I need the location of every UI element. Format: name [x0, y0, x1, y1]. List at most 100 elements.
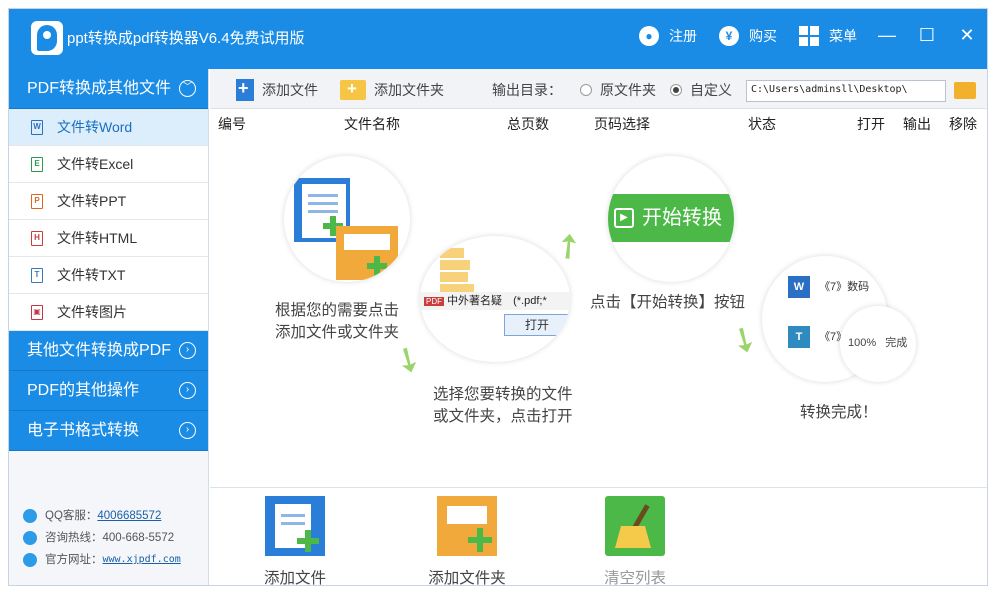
action-bar: 添加文件 添加文件夹 清空列表 [210, 487, 987, 586]
chevron-right-icon: › [179, 382, 196, 399]
sidebar-item-ppt[interactable]: P 文件转PPT [9, 183, 208, 220]
sidebar-section-label: 电子书格式转换 [27, 422, 140, 439]
qq-icon [23, 509, 37, 523]
add-file-folder-icon [294, 178, 398, 280]
grid-menu-icon [799, 26, 819, 46]
app-logo-icon [31, 21, 63, 55]
radio-icon [580, 84, 592, 96]
file-table-header: 编号 文件名称 总页数 页码选择 状态 打开 输出 移除 [210, 110, 987, 136]
register-label: 注册 [669, 28, 697, 44]
site-link[interactable]: www.xjpdf.com [103, 549, 181, 571]
add-file-button[interactable]: 添加文件 [240, 496, 350, 586]
qq-link[interactable]: 4006685572 [97, 505, 161, 527]
arrow-icon: ➘ [722, 316, 767, 364]
yen-icon: ¥ [719, 26, 739, 46]
progress-row: 100% 完成 [848, 334, 907, 350]
sidebar-item-excel[interactable]: E 文件转Excel [9, 146, 208, 183]
sidebar-item-label: 文件转Word [57, 119, 133, 135]
buy-label: 购买 [749, 28, 777, 44]
site-label: 官方网址： [45, 554, 103, 566]
word-icon: W [788, 276, 810, 298]
image-file-icon: ▣ [31, 305, 43, 320]
sidebar-item-txt[interactable]: T 文件转TXT [9, 257, 208, 294]
txt-file-icon: T [31, 268, 43, 283]
hotline-label: 咨询热线： [45, 532, 103, 544]
sidebar-section-pdf-to-other[interactable]: PDF转换成其他文件 ﹀ [9, 69, 208, 109]
output-dir-label: 输出目录： [492, 82, 562, 98]
step2-text: 选择您要转换的文件 或文件夹，点击打开 [433, 386, 573, 425]
add-file-label: 添加文件 [263, 570, 326, 586]
close-button[interactable]: ✕ [955, 23, 979, 47]
progress-status: 完成 [885, 337, 908, 349]
sidebar-item-label: 文件转HTML [57, 230, 138, 246]
file-list-area: 根据您的需要点击 添加文件或文件夹 ➘ PDF 中外著名疑 (*.pdf;* 打… [210, 136, 987, 486]
sidebar-item-label: 文件转PPT [57, 193, 127, 209]
folder-list [440, 246, 500, 296]
title-bar: ppt转换成pdf转换器V6.4免费试用版 ● 注册 ¥ 购买 菜单 — ☐ ✕ [9, 9, 987, 69]
column-header: 总页数 [507, 116, 549, 132]
radio-original-folder[interactable]: 原文件夹 [580, 79, 656, 101]
app-window: ppt转换成pdf转换器V6.4免费试用版 ● 注册 ¥ 购买 菜单 — ☐ ✕… [8, 8, 988, 586]
play-icon: ▶ [614, 208, 634, 228]
progress-value: 100% [848, 337, 877, 349]
step3-text: 点击【开始转换】按钮 [590, 294, 746, 311]
add-folder-label: 添加文件夹 [428, 570, 506, 586]
hotline-value: 400-668-5572 [102, 532, 175, 544]
word-file-icon: W [31, 120, 43, 135]
clear-list-button[interactable]: 清空列表 [580, 496, 690, 585]
sidebar-section-other-to-pdf[interactable]: 其他文件转换成PDF › [9, 331, 208, 371]
chevron-right-icon: › [179, 342, 196, 359]
buy-button[interactable]: ¥ 购买 [719, 24, 777, 48]
step4-text: 转换完成！ [800, 404, 878, 421]
phone-icon [23, 531, 37, 545]
pdf-icon: PDF [424, 297, 444, 306]
column-header: 打开 [857, 116, 885, 132]
output-path-input[interactable]: C:\Users\adminsll\Desktop\ [746, 80, 946, 102]
radio-custom-folder[interactable]: 自定义 [670, 79, 732, 101]
add-file-icon [236, 78, 254, 101]
chevron-down-icon: ﹀ [179, 80, 196, 97]
toolbar-add-folder-button[interactable]: 添加文件夹 [340, 79, 444, 101]
result-row-1-label: 《7》数码 [819, 281, 870, 293]
dialog-open-button: 打开 [504, 314, 570, 336]
toolbar-add-file-button[interactable]: 添加文件 [236, 78, 318, 101]
progress-bubble: 100% 完成 [840, 306, 916, 382]
menu-button[interactable]: 菜单 [799, 24, 857, 48]
step2-illustration: PDF 中外著名疑 (*.pdf;* 打开 [420, 236, 570, 362]
app-title: ppt转换成pdf转换器V6.4免费试用版 [67, 30, 305, 47]
toolbar: 添加文件 添加文件夹 输出目录： 原文件夹 自定义 C:\Users\admin… [210, 69, 987, 109]
file-type-value: (*.pdf;* [513, 295, 547, 307]
sidebar-item-word[interactable]: W 文件转Word [9, 109, 208, 146]
radio-custom-label: 自定义 [690, 82, 732, 98]
toolbar-add-folder-label: 添加文件夹 [374, 82, 444, 98]
add-file-large-icon [265, 496, 325, 556]
add-folder-button[interactable]: 添加文件夹 [412, 496, 522, 586]
radio-original-label: 原文件夹 [600, 82, 656, 98]
browse-folder-icon[interactable] [954, 82, 976, 99]
maximize-button[interactable]: ☐ [915, 23, 939, 47]
column-header: 状态 [748, 116, 776, 132]
sidebar-item-label: 文件转图片 [57, 304, 127, 320]
sidebar-item-label: 文件转Excel [57, 156, 134, 172]
column-header: 移除 [949, 116, 977, 132]
excel-file-icon: E [31, 157, 43, 172]
sidebar-item-html[interactable]: H 文件转HTML [9, 220, 208, 257]
sidebar-item-image[interactable]: ▣ 文件转图片 [9, 294, 208, 331]
hotline-row: 咨询热线： 400-668-5572 [23, 527, 181, 549]
file-name-value: 中外著名疑 [447, 295, 503, 307]
sidebar-section-ebook[interactable]: 电子书格式转换 › [9, 411, 208, 451]
column-header: 编号 [218, 116, 246, 132]
qq-row: QQ客服： 4006685572 [23, 505, 181, 527]
sidebar-section-label: PDF的其他操作 [27, 382, 140, 399]
chevron-right-icon: › [179, 422, 196, 439]
register-button[interactable]: ● 注册 [639, 24, 697, 48]
radio-selected-icon [670, 84, 682, 96]
minimize-button[interactable]: — [875, 23, 899, 47]
qq-label: QQ客服： [45, 510, 98, 522]
add-folder-large-icon [437, 496, 497, 556]
sidebar-section-pdf-operations[interactable]: PDF的其他操作 › [9, 371, 208, 411]
ppt-file-icon: P [31, 194, 43, 209]
result-row-2: T 《7》 [788, 326, 847, 348]
sidebar-item-label: 文件转TXT [57, 267, 126, 283]
column-header: 文件名称 [344, 116, 400, 132]
